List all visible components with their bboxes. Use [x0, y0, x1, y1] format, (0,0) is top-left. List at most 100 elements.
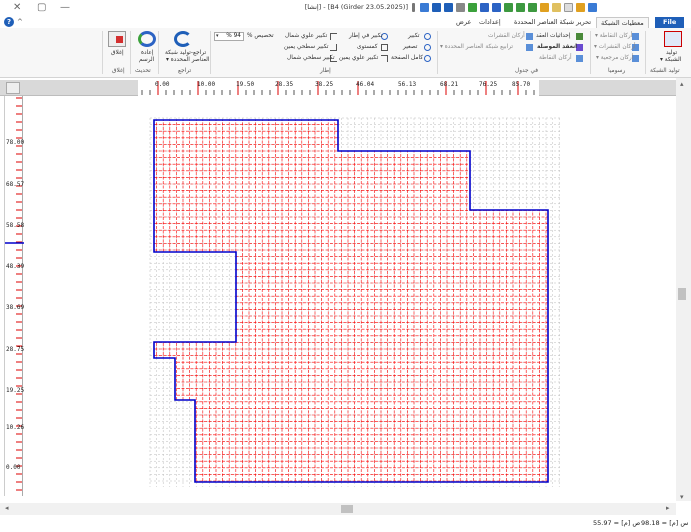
qat-separator-icon	[412, 3, 415, 12]
close-group-label: إغلاق	[112, 68, 125, 74]
zoom-out-icon	[424, 44, 431, 51]
zoom-down-right-button[interactable]: تكبير سطحي يمين	[284, 44, 329, 51]
new-file-icon[interactable]	[564, 3, 573, 12]
scroll-up-icon[interactable]: ▴	[680, 80, 684, 88]
open-icon[interactable]	[540, 3, 549, 12]
close-icon[interactable]: ✕	[13, 2, 21, 14]
refresh-button-line1[interactable]: إعادة	[141, 50, 153, 57]
save-icon[interactable]	[492, 3, 501, 12]
tab-settings[interactable]: إعدادات	[475, 17, 505, 28]
scroll-left-icon[interactable]: ◂	[5, 504, 9, 512]
hruler-label: 28.35	[275, 81, 294, 88]
vruler-label: 10.26	[6, 424, 25, 431]
close-button[interactable]: إغلاق	[111, 50, 124, 57]
zoom-up-right-button[interactable]: تكبير علوي يمين	[339, 55, 378, 62]
zoom-down-left-button[interactable]: تكبير سطحي شمال	[287, 55, 335, 62]
element-tool-icon[interactable]	[528, 3, 537, 12]
export-icon[interactable]	[468, 3, 477, 12]
hruler-label: 85.70	[512, 81, 531, 88]
zoom-up-left-button[interactable]: تكبير علوي شمال	[285, 33, 327, 40]
horizontal-scroll-thumb[interactable]	[341, 505, 353, 513]
undo-button-line1[interactable]: تراجع-توليد شبكة	[165, 50, 206, 57]
table-corner-shells-button[interactable]: أركان القشرات	[488, 33, 525, 40]
refresh-button-line2[interactable]: الرسم	[139, 57, 154, 64]
graphic-reference-corners-button[interactable]: أركان مرجعية ▾	[596, 55, 633, 62]
group-separator	[130, 31, 131, 74]
group-separator	[210, 31, 211, 74]
scroll-right-icon[interactable]: ▸	[666, 504, 670, 512]
group-separator	[437, 31, 438, 74]
mesh-gen-group-label: توليد الشبكة	[650, 68, 680, 74]
vertical-ruler	[4, 96, 24, 496]
frame-group-label: إطار	[320, 68, 331, 74]
table-selected-mesh-quads-button[interactable]: ترابيع شبكة العناصر المحددة ▾	[440, 44, 513, 51]
hruler-label: 68.21	[440, 81, 459, 88]
app-window: ✕ ▢ — [B4 (Girder 23.05.2025)] - [إنشا] …	[0, 0, 691, 532]
chevron-down-icon[interactable]: ▾	[216, 33, 219, 39]
generate-mesh-button-line2[interactable]: الشبكة ▾	[660, 57, 681, 64]
mesh-drawing	[149, 117, 560, 487]
hruler-label: 0.00	[155, 81, 170, 88]
zoom-down-right-icon	[330, 44, 337, 51]
undo-large-icon[interactable]	[174, 31, 192, 47]
ribbon: توليد الشبكة ▾ توليد الشبكة أركان النقاط…	[0, 28, 691, 78]
table-group-label: في جدول	[515, 68, 539, 74]
vruler-label: 48.39	[6, 263, 25, 270]
grid-tool-icon[interactable]	[504, 3, 513, 12]
table-connected-nodes-button[interactable]: انعقد الموصلة	[537, 44, 577, 51]
mesh-tool-icon[interactable]	[516, 3, 525, 12]
group-separator	[590, 31, 591, 74]
close-badge-icon	[116, 36, 123, 43]
vruler-label: 68.57	[6, 181, 25, 188]
scroll-down-icon[interactable]: ▾	[680, 493, 684, 501]
hruler-label: 19.50	[236, 81, 255, 88]
refresh-group-label: تحديث	[135, 68, 151, 74]
zoom-up-left-icon	[330, 33, 337, 40]
node-coords-icon	[576, 33, 583, 40]
tab-edit-selected-mesh[interactable]: تحرير شبكة العناصر المحددة	[510, 17, 595, 28]
redo-icon[interactable]	[432, 3, 441, 12]
save-as-icon[interactable]	[480, 3, 489, 12]
table-node-coords-button[interactable]: إحداثيات العقد	[536, 33, 570, 40]
hruler-label: 10.00	[197, 81, 216, 88]
tab-file[interactable]: File	[655, 17, 685, 28]
custom-zoom-label: تخصيص %	[247, 33, 274, 39]
graphics-group-label: رسوميا	[608, 68, 626, 74]
horizontal-scrollbar[interactable]	[0, 503, 676, 515]
table-shells-icon	[526, 33, 533, 40]
qat-options-icon[interactable]	[420, 3, 429, 12]
mesh-grid-icon[interactable]	[664, 31, 682, 47]
full-page-button[interactable]: كامل الصفحة	[391, 55, 423, 62]
graphic-corner-shells-button[interactable]: أركان القشرات ▾	[594, 44, 636, 51]
group-separator	[158, 31, 159, 74]
zoom-out-button[interactable]: تصغير	[403, 44, 417, 51]
print-icon[interactable]	[456, 3, 465, 12]
mesh-canvas[interactable]	[24, 97, 675, 498]
tab-view[interactable]: عرض	[452, 17, 475, 28]
open-file-icon[interactable]	[576, 3, 585, 12]
vruler-label: 38.69	[6, 304, 25, 311]
generate-mesh-button-line1[interactable]: توليد	[666, 50, 677, 57]
vruler-label: 28.75	[6, 346, 25, 353]
tab-mesh-data[interactable]: معطيات الشبكة	[596, 17, 649, 28]
fit-icon	[381, 44, 388, 51]
restore-icon[interactable]: ▢	[37, 2, 46, 14]
status-y-coordinate: ص [م] = 55.97	[593, 519, 641, 527]
folder-icon[interactable]	[552, 3, 561, 12]
help-icon[interactable]: ?	[4, 17, 14, 27]
undo-icon[interactable]	[444, 3, 453, 12]
zoom-window-button[interactable]: تكبير في إطار	[349, 33, 383, 40]
minimize-icon[interactable]: —	[60, 2, 70, 14]
undo-button-line2[interactable]: العناصر المحددة ▾	[166, 57, 210, 64]
collapse-ribbon-icon[interactable]: ^	[17, 18, 23, 26]
hruler-label: 38.25	[315, 81, 334, 88]
graphic-corner-points-button[interactable]: أركان النقاطة ▾	[595, 33, 632, 40]
fit-button[interactable]: كمستوى	[357, 44, 378, 51]
undo-group-label: تراجع	[178, 68, 192, 74]
table-corner-points-button[interactable]: أركان النقاطة	[539, 55, 572, 62]
group-separator	[645, 31, 646, 74]
vertical-scroll-thumb[interactable]	[678, 288, 686, 300]
zoom-in-button[interactable]: تكبير	[408, 33, 420, 40]
table-points-icon	[576, 55, 583, 62]
refresh-icon[interactable]	[138, 31, 156, 47]
